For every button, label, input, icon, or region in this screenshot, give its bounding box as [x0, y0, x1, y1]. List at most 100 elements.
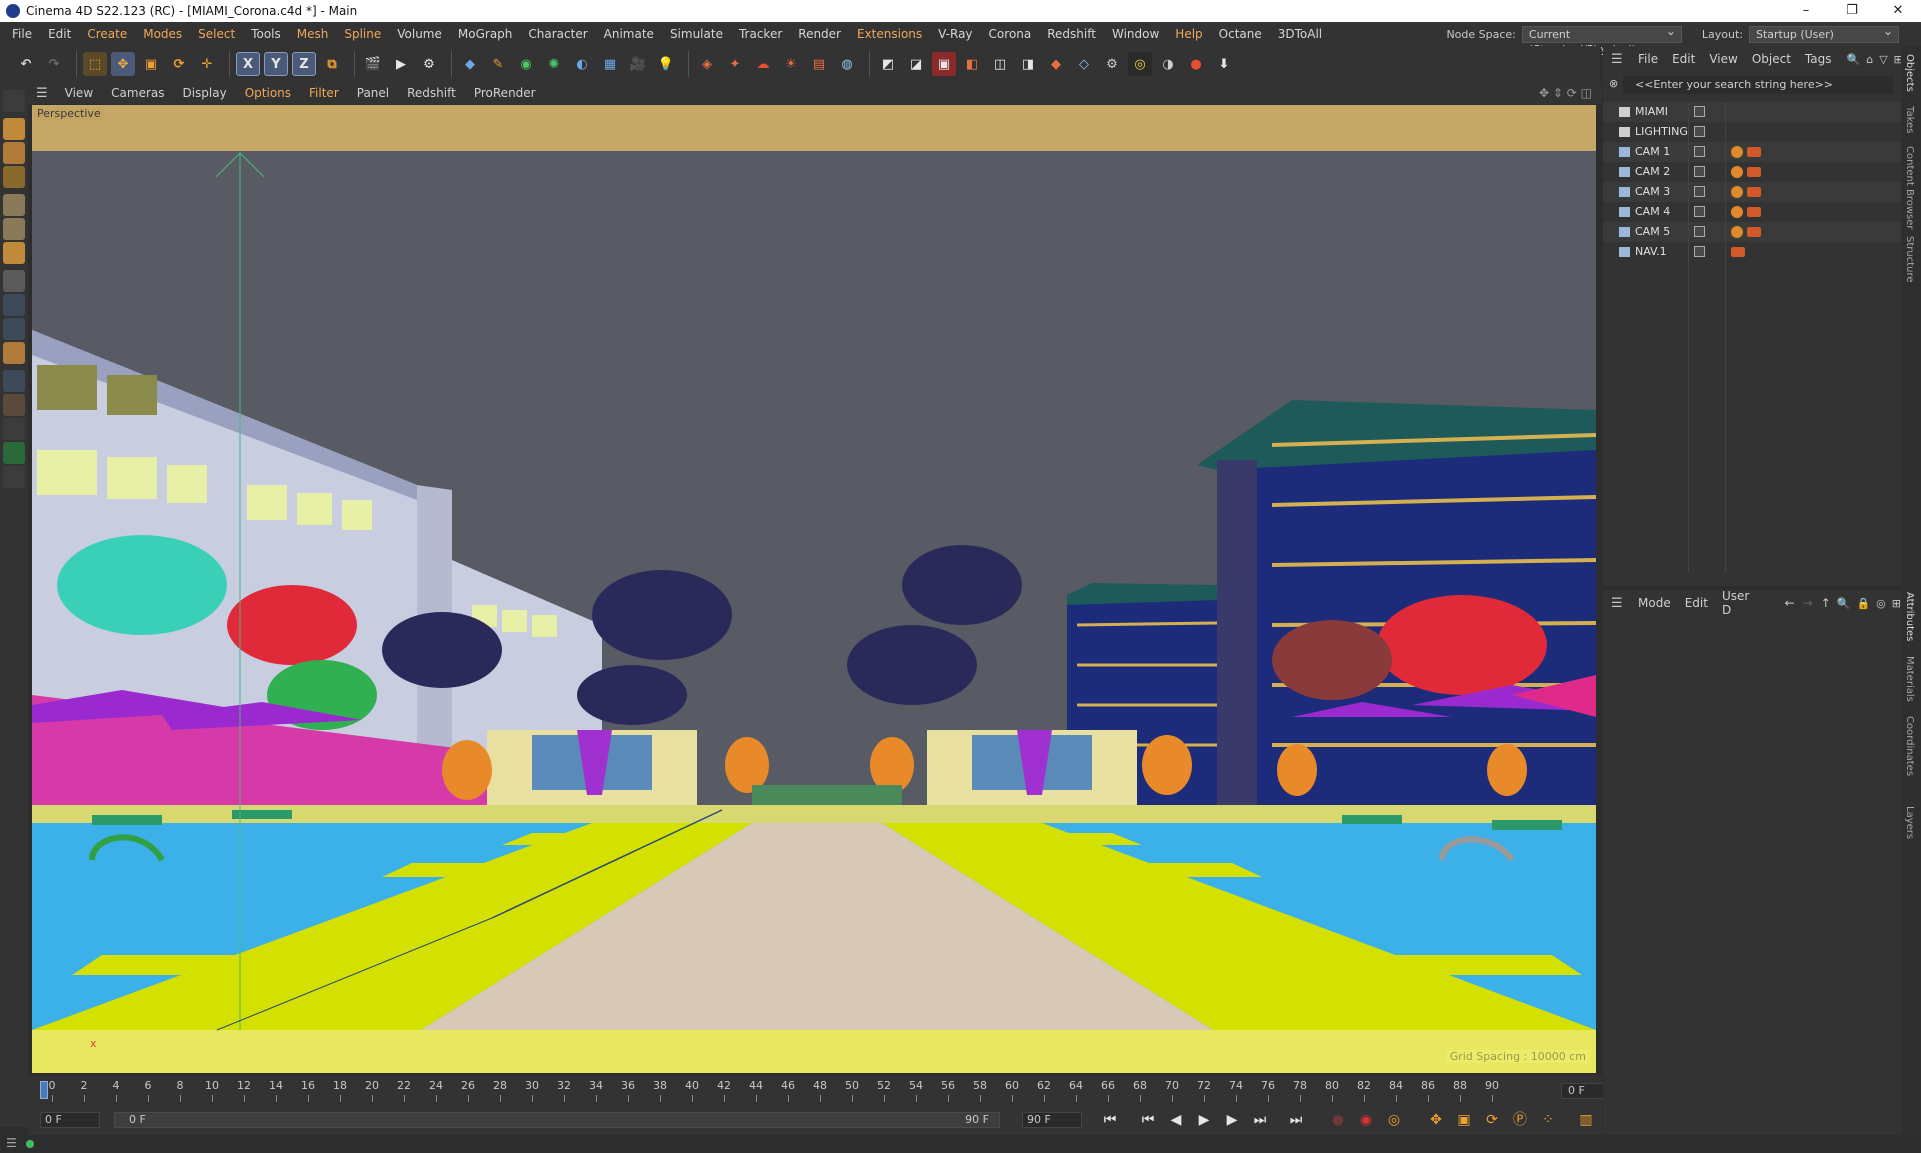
visibility-toggle[interactable]	[1694, 226, 1705, 237]
download-icon[interactable]: ⬇	[1212, 52, 1236, 76]
menu-animate[interactable]: Animate	[596, 22, 662, 46]
y-axis-lock-icon[interactable]: Y	[264, 52, 288, 76]
om-menu-view[interactable]: View	[1702, 52, 1744, 66]
menu-create[interactable]: Create	[79, 22, 135, 46]
tab-structure[interactable]: Structure	[1904, 236, 1915, 283]
protection-tag-icon[interactable]	[1731, 186, 1743, 198]
search-close-icon[interactable]: ⊗	[1609, 77, 1618, 90]
node-space-dropdown[interactable]: Current (Standard/Physical)	[1521, 24, 1682, 56]
move-icon[interactable]: ✥	[111, 52, 135, 76]
up-arrow-icon[interactable]: ↑	[1821, 596, 1831, 610]
object-row-cam-2[interactable]: CAM 2	[1603, 162, 1901, 182]
start-frame-field[interactable]: 0 F	[40, 1112, 100, 1128]
menu-edit[interactable]: Edit	[40, 22, 79, 46]
menu-help[interactable]: Help	[1167, 22, 1210, 46]
lock-icon[interactable]: 🔒	[1856, 597, 1870, 610]
previous-frame-icon[interactable]: ◀	[1166, 1111, 1186, 1129]
workplane-lock-icon[interactable]	[3, 370, 25, 392]
target-icon[interactable]: ◎	[1876, 597, 1886, 610]
menu-file[interactable]: File	[4, 22, 40, 46]
status-menu-icon[interactable]: ☰	[6, 1136, 17, 1150]
object-row-cam-1[interactable]: CAM 1	[1603, 142, 1901, 162]
menu-extensions[interactable]: Extensions	[849, 22, 930, 46]
camera-tag-icon[interactable]	[1731, 247, 1745, 257]
render-picture-viewer-icon[interactable]: ▶	[389, 52, 413, 76]
menu-tools[interactable]: Tools	[243, 22, 289, 46]
layout-dropdown[interactable]: Startup (User)	[1749, 24, 1899, 43]
object-row-cam-4[interactable]: CAM 4	[1603, 202, 1901, 222]
camera-tag-icon[interactable]	[1747, 227, 1761, 237]
camera-icon[interactable]: 🎥	[626, 52, 650, 76]
redo-icon[interactable]: ↷	[42, 52, 66, 76]
menu-vray[interactable]: V-Ray	[930, 22, 980, 46]
grid-icon[interactable]	[3, 418, 25, 440]
menu-volume[interactable]: Volume	[389, 22, 450, 46]
workplane-icon[interactable]	[3, 166, 25, 188]
menu-simulate[interactable]: Simulate	[662, 22, 731, 46]
am-menu-edit[interactable]: Edit	[1678, 596, 1715, 610]
object-row-cam-5[interactable]: CAM 5	[1603, 222, 1901, 242]
make-editable-icon[interactable]	[3, 90, 25, 112]
camera-tag-icon[interactable]	[1747, 147, 1761, 157]
viewport-menu-view[interactable]: View	[56, 82, 102, 104]
sculpt-icon[interactable]	[3, 466, 25, 488]
rotate-icon[interactable]: ⟳	[167, 52, 191, 76]
am-menu-mode[interactable]: Mode	[1631, 596, 1678, 610]
texture-mode-icon[interactable]	[3, 142, 25, 164]
object-row-lighting[interactable]: LIGHTING	[1603, 122, 1901, 142]
maximize-button[interactable]: ❐	[1829, 0, 1875, 22]
points-mode-icon[interactable]	[3, 194, 25, 216]
polygons-mode-icon[interactable]	[3, 242, 25, 264]
point-level-key-icon[interactable]: ⁘	[1538, 1111, 1558, 1129]
vray-sun-icon[interactable]: ☀	[779, 52, 803, 76]
render-settings-icon[interactable]: ⚙	[417, 52, 441, 76]
vray-mesh-icon[interactable]: ▤	[807, 52, 831, 76]
subdivision-icon[interactable]: ◉	[514, 52, 538, 76]
object-manager-menu-icon[interactable]: ☰	[1611, 52, 1623, 67]
end-frame-field[interactable]: 90 F	[1022, 1112, 1082, 1128]
visibility-toggle[interactable]	[1694, 146, 1705, 157]
viewport-menu-display[interactable]: Display	[173, 82, 235, 104]
previous-key-icon[interactable]: ⏮	[1138, 1111, 1158, 1129]
om-filter-icon[interactable]: ▽	[1879, 53, 1887, 66]
corona-render-icon[interactable]: ▣	[932, 52, 956, 76]
parameter-key-icon[interactable]: Ⓟ	[1510, 1111, 1530, 1129]
vray-dome-icon[interactable]: ☁	[751, 52, 775, 76]
model-mode-icon[interactable]	[3, 118, 25, 140]
attribute-manager-menu-icon[interactable]: ☰	[1611, 596, 1623, 611]
visibility-toggle[interactable]	[1694, 186, 1705, 197]
tweak-mode-icon[interactable]	[3, 294, 25, 316]
viewport-menu-filter[interactable]: Filter	[300, 82, 348, 104]
live-selection-icon[interactable]: ⬚	[83, 52, 107, 76]
vray-light-icon[interactable]: ✦	[723, 52, 747, 76]
snap-icon[interactable]	[3, 342, 25, 364]
edges-mode-icon[interactable]	[3, 218, 25, 240]
om-home-icon[interactable]: ⌂	[1866, 53, 1873, 66]
perspective-viewport[interactable]: Perspective x Grid Spacing : 10000 cm	[32, 105, 1596, 1073]
play-icon[interactable]: ▶	[1194, 1111, 1214, 1129]
timeline-playhead[interactable]	[40, 1081, 48, 1099]
menu-redshift[interactable]: Redshift	[1039, 22, 1104, 46]
cube-icon[interactable]: ◆	[458, 52, 482, 76]
deformer-icon[interactable]: ◐	[570, 52, 594, 76]
render-view-icon[interactable]: 🎬	[361, 52, 385, 76]
corona-ir-icon[interactable]: ◪	[904, 52, 928, 76]
forward-arrow-icon[interactable]: →	[1803, 596, 1813, 610]
octane-material-icon[interactable]: ●	[1184, 52, 1208, 76]
menu-select[interactable]: Select	[190, 22, 243, 46]
rotation-key-icon[interactable]: ⟳	[1482, 1111, 1502, 1129]
go-to-end-icon[interactable]: ⏭	[1286, 1111, 1306, 1129]
menu-tracker[interactable]: Tracker	[731, 22, 790, 46]
menu-octane[interactable]: Octane	[1211, 22, 1270, 46]
protection-tag-icon[interactable]	[1731, 146, 1743, 158]
corona-proxy-icon[interactable]: ◨	[1016, 52, 1040, 76]
menu-corona[interactable]: Corona	[981, 22, 1040, 46]
transform-icon[interactable]: ✛	[195, 52, 219, 76]
vray-material-icon[interactable]: ◍	[835, 52, 859, 76]
viewport-nav-icons[interactable]: ✥ ⇕ ⟳ ◫	[1539, 82, 1592, 104]
tab-materials[interactable]: Materials	[1904, 656, 1915, 702]
om-menu-tags[interactable]: Tags	[1798, 52, 1839, 66]
tab-content-browser[interactable]: Content Browser	[1904, 146, 1915, 229]
cloner-icon[interactable]: ✺	[542, 52, 566, 76]
tab-coordinates[interactable]: Coordinates	[1904, 716, 1915, 776]
